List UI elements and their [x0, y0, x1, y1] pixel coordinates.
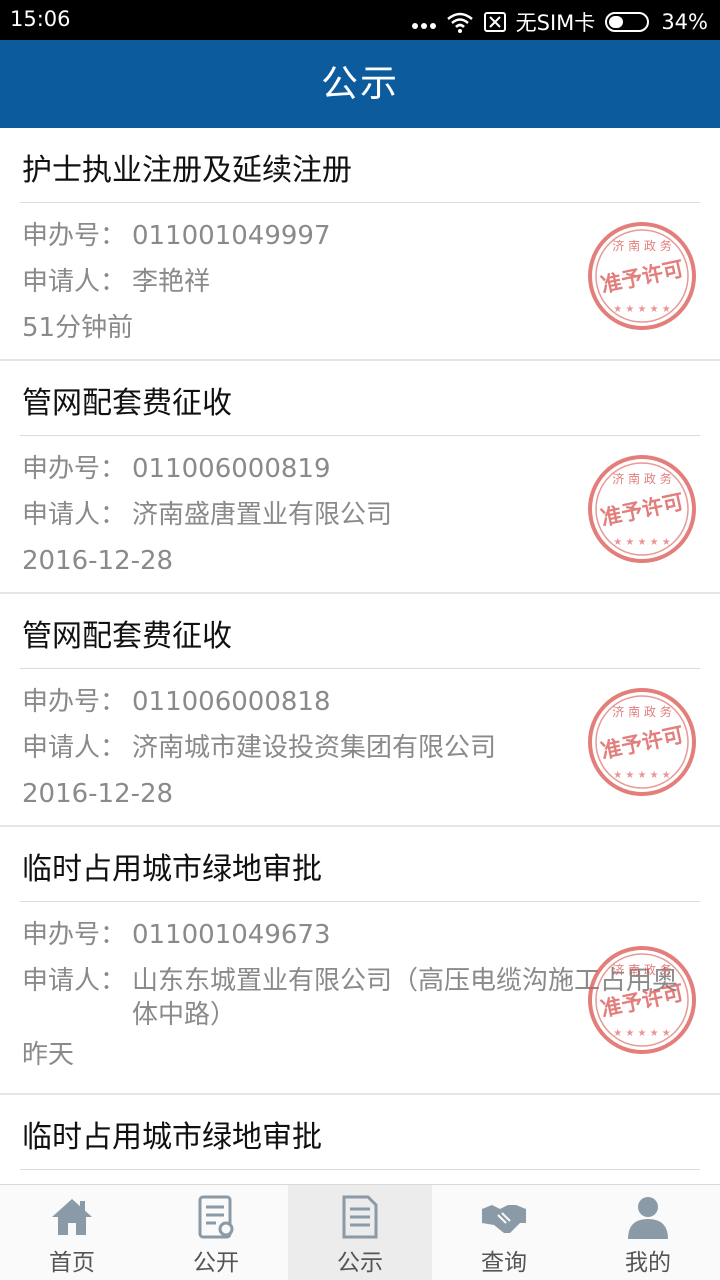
no-sim-icon [483, 12, 506, 32]
page-title: 公示 [321, 62, 399, 105]
list-item[interactable]: 管网配套费征收 申办号： 011006000818 申请人： 济南城市建设投资集团有… [0, 594, 720, 827]
applicant-label: 申请人： [22, 733, 127, 763]
notice-icon [342, 1195, 378, 1239]
wifi-icon [446, 12, 473, 33]
applicant-label: 申请人： [22, 267, 127, 297]
approved-stamp-icon: 济 南 政 务 准予许可 ★ ★ ★ ★ ★ [588, 455, 696, 563]
battery-text: 34% [661, 10, 708, 34]
list-item[interactable]: 管网配套费征收 申办号： 011006000819 申请人： 济南盛唐置业有限公司 … [0, 361, 720, 594]
tab-label: 首页 [49, 1250, 95, 1276]
svg-text:准予许可: 准予许可 [599, 257, 686, 298]
svg-text:济 南 政 务: 济 南 政 务 [612, 238, 671, 253]
tab-label: 查询 [481, 1250, 527, 1276]
bottom-tab-bar: 首页 公开 公示 查询 我的 [0, 1184, 720, 1280]
svg-text:准予许可: 准予许可 [599, 723, 686, 764]
tab-label: 我的 [625, 1250, 671, 1276]
item-title: 临时占用城市绿地审批 [22, 852, 322, 887]
list-item[interactable]: 护士执业注册及延续注册 申办号： 011001049997 申请人： 李艳祥 51分… [0, 128, 720, 361]
svg-text:济 南 政 务: 济 南 政 务 [612, 962, 671, 977]
home-icon [52, 1199, 92, 1235]
number-label: 申办号： [22, 454, 127, 484]
list-item[interactable]: 临时占用城市绿地审批 [0, 1095, 720, 1184]
svg-text:★ ★ ★ ★ ★: ★ ★ ★ ★ ★ [613, 537, 671, 548]
notice-list[interactable]: 护士执业注册及延续注册 申办号： 011001049997 申请人： 李艳祥 51分… [0, 128, 720, 1184]
tab-public[interactable]: 公开 [144, 1185, 288, 1280]
svg-text:济 南 政 务: 济 南 政 务 [612, 471, 671, 486]
carrier-text: 无SIM卡 [515, 11, 596, 35]
item-title: 管网配套费征收 [22, 386, 232, 421]
tab-home[interactable]: 首页 [0, 1185, 144, 1280]
tab-label: 公示 [337, 1250, 383, 1276]
tab-mine[interactable]: 我的 [576, 1185, 720, 1280]
handshake-icon [482, 1205, 526, 1233]
approved-stamp-icon: 济 南 政 务 准予许可 ★ ★ ★ ★ ★ [588, 222, 696, 330]
more-dots-icon [411, 23, 436, 29]
number-label: 申办号： [22, 920, 127, 950]
approved-stamp-icon: 济 南 政 务 准予许可 ★ ★ ★ ★ ★ [588, 946, 696, 1054]
applicant-label: 申请人： [22, 966, 127, 996]
tab-notice[interactable]: 公示 [288, 1185, 432, 1280]
status-icons: 无SIM卡 34% [411, 7, 708, 37]
svg-text:★ ★ ★ ★ ★: ★ ★ ★ ★ ★ [613, 1028, 671, 1039]
svg-text:准予许可: 准予许可 [599, 981, 686, 1022]
status-time: 15:06 [10, 7, 71, 31]
document-icon [198, 1195, 234, 1239]
battery-icon [605, 12, 650, 32]
app-bar: 公示 [0, 40, 720, 128]
item-title: 管网配套费征收 [22, 619, 232, 654]
approved-stamp-icon: 济 南 政 务 准予许可 ★ ★ ★ ★ ★ [588, 688, 696, 796]
svg-text:★ ★ ★ ★ ★: ★ ★ ★ ★ ★ [613, 770, 671, 781]
divider [20, 1169, 700, 1170]
svg-text:★ ★ ★ ★ ★: ★ ★ ★ ★ ★ [613, 304, 671, 315]
number-label: 申办号： [22, 221, 127, 251]
tab-query[interactable]: 查询 [432, 1185, 576, 1280]
list-item[interactable]: 临时占用城市绿地审批 申办号： 011001049673 申请人： 山东东城置业有限… [0, 827, 720, 1095]
svg-text:准予许可: 准予许可 [599, 490, 686, 531]
user-icon [628, 1197, 668, 1239]
status-bar: 15:06 无SIM卡 34% [0, 0, 720, 40]
number-label: 申办号： [22, 687, 127, 717]
tab-label: 公开 [193, 1250, 239, 1276]
svg-text:济 南 政 务: 济 南 政 务 [612, 704, 671, 719]
item-title: 临时占用城市绿地审批 [22, 1120, 322, 1155]
item-title: 护士执业注册及延续注册 [22, 153, 352, 188]
applicant-label: 申请人： [22, 500, 127, 530]
